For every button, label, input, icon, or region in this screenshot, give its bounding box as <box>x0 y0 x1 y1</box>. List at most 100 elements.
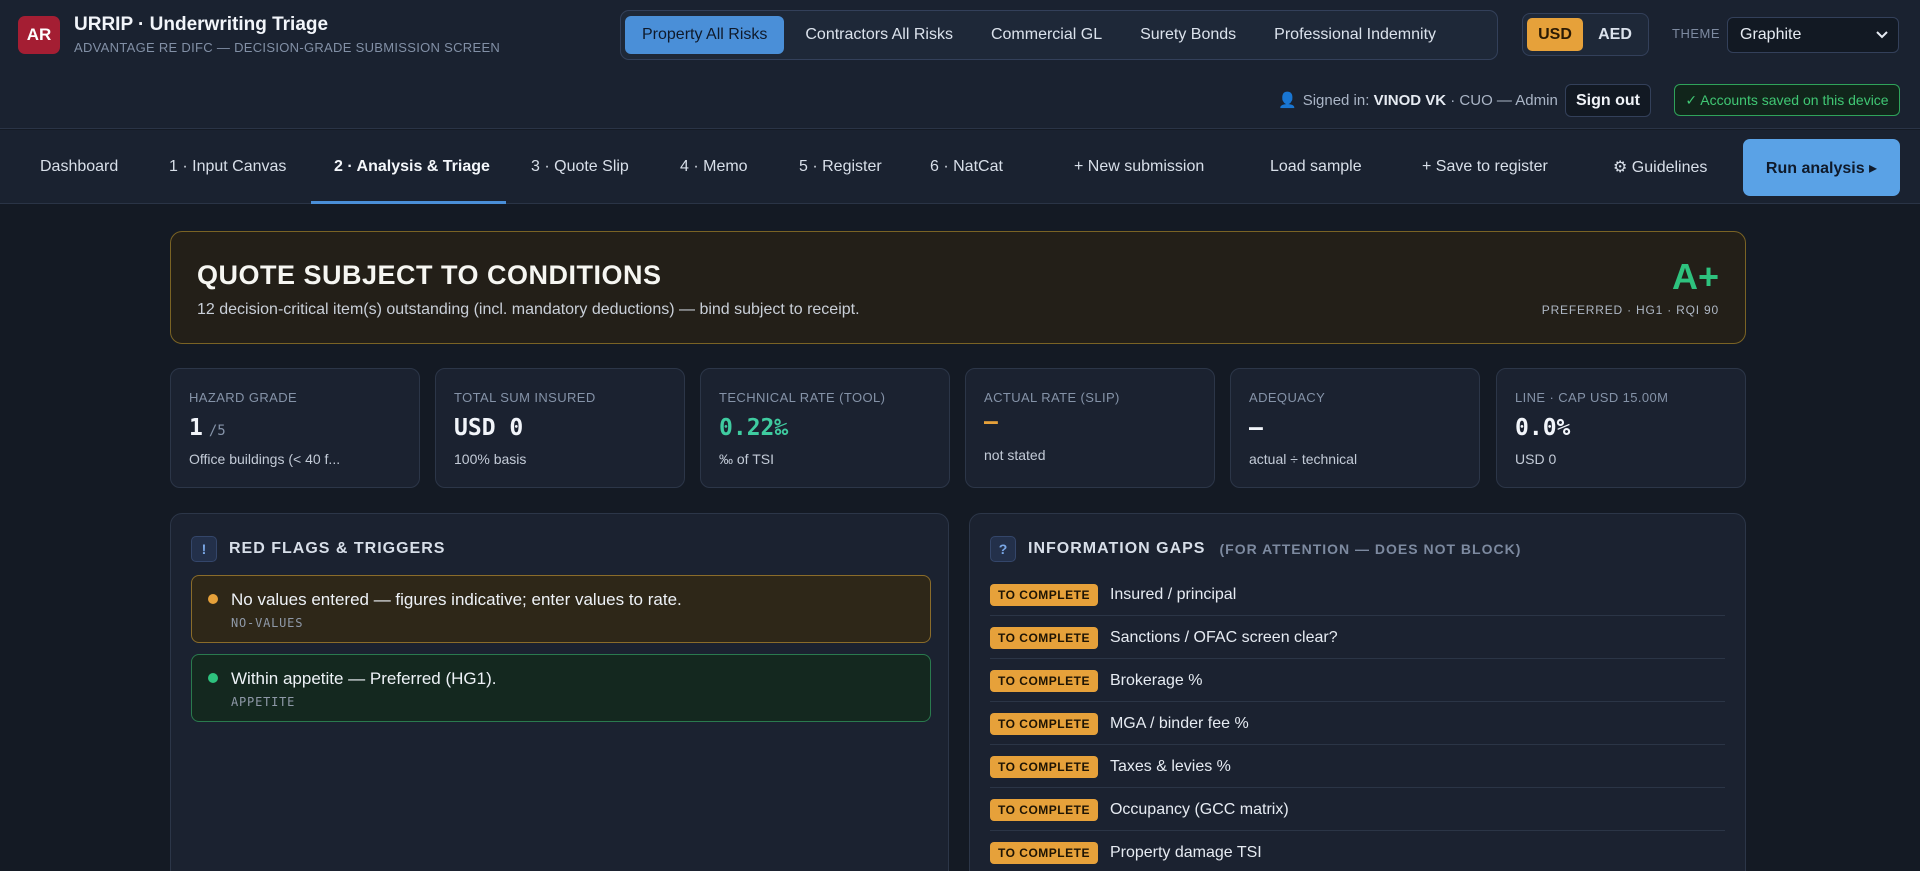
new-submission-button[interactable]: + New submission <box>1074 130 1204 204</box>
to-complete-badge: TO COMPLETE <box>990 626 1098 649</box>
tab-property-all-risks[interactable]: Property All Risks <box>625 16 785 54</box>
gap-text: Sanctions / OFAC screen clear? <box>1109 628 1338 646</box>
theme-select[interactable]: Graphite <box>1727 17 1899 53</box>
kpi-hazard-grade: HAZARD GRADE 1/5 Office buildings (< 40 … <box>170 368 420 488</box>
nav-analysis-triage[interactable]: 2 · Analysis & Triage <box>334 130 490 204</box>
to-complete-badge: TO COMPLETE <box>990 583 1098 606</box>
user-icon: 👤 <box>1278 92 1297 109</box>
main-nav: Dashboard 1 · Input Canvas 2 · Analysis … <box>0 130 1920 204</box>
gap-text: Insured / principal <box>1109 585 1237 603</box>
grade-note: PREFERRED · HG1 · RQI 90 <box>1541 303 1719 317</box>
guidelines-button[interactable]: ⚙ Guidelines <box>1613 130 1707 204</box>
decision-title: QUOTE SUBJECT TO CONDITIONS <box>197 260 662 290</box>
app-subtitle: ADVANTAGE RE DIFC — DECISION-GRADE SUBMI… <box>74 40 501 55</box>
app-logo: AR <box>18 16 60 54</box>
panel-header: ? INFORMATION GAPS (FOR ATTENTION — DOES… <box>990 536 1521 562</box>
grade-value: A+ <box>1671 256 1719 297</box>
tab-contractors-all-risks[interactable]: Contractors All Risks <box>788 16 970 54</box>
kpi-label: ACTUAL RATE (SLIP) <box>984 390 1120 405</box>
kpi-label: TOTAL SUM INSURED <box>454 390 596 405</box>
gap-text: Occupancy (GCC matrix) <box>1109 800 1289 818</box>
kpi-actual-rate: ACTUAL RATE (SLIP) – not stated <box>965 368 1215 488</box>
kpi-note: Office buildings (< 40 f... <box>189 451 341 467</box>
to-complete-badge: TO COMPLETE <box>990 798 1098 821</box>
load-sample-button[interactable]: Load sample <box>1270 130 1362 204</box>
gap-item[interactable]: TO COMPLETE Insured / principal <box>990 574 1725 616</box>
gap-item[interactable]: TO COMPLETE Brokerage % <box>990 660 1725 702</box>
kpi-value: – <box>984 409 998 435</box>
active-tab-indicator <box>311 201 506 204</box>
theme-label: THEME <box>1672 26 1720 41</box>
signed-in-prefix: Signed in: <box>1302 92 1370 109</box>
tab-professional-indemnity[interactable]: Professional Indemnity <box>1257 16 1453 54</box>
warning-dot-icon <box>208 594 218 604</box>
to-complete-badge: TO COMPLETE <box>990 712 1098 735</box>
kpi-technical-rate: TECHNICAL RATE (TOOL) 0.22‰ ‰ of TSI <box>700 368 950 488</box>
flag-appetite: Within appetite — Preferred (HG1). APPET… <box>191 654 931 722</box>
kpi-value: – <box>1249 415 1263 441</box>
flag-text: Within appetite — Preferred (HG1). <box>231 669 497 688</box>
kpi-note: actual ÷ technical <box>1249 451 1358 467</box>
risk-grade: A+ PREFERRED · HG1 · RQI 90 <box>1541 256 1719 318</box>
tab-commercial-gl[interactable]: Commercial GL <box>974 16 1119 54</box>
nav-quote-slip[interactable]: 3 · Quote Slip <box>531 130 629 204</box>
kpi-value: 0.22‰ <box>719 415 789 441</box>
tab-surety-bonds[interactable]: Surety Bonds <box>1123 16 1253 54</box>
nav-register[interactable]: 5 · Register <box>799 130 882 204</box>
to-complete-badge: TO COMPLETE <box>990 755 1098 778</box>
kpi-note: USD 0 <box>1515 451 1557 467</box>
gap-item[interactable]: TO COMPLETE Taxes & levies % <box>990 746 1725 788</box>
flag-no-values: No values entered — figures indicative; … <box>191 575 931 643</box>
run-analysis-button[interactable]: Run analysis ▸ <box>1743 139 1900 196</box>
ok-dot-icon <box>208 673 218 683</box>
gap-text: Taxes & levies % <box>1109 757 1231 775</box>
kpi-value: 1/5 <box>189 415 226 441</box>
currency-usd-button[interactable]: USD <box>1527 18 1583 51</box>
kpi-note: 100% basis <box>454 451 527 467</box>
red-flags-panel: ! RED FLAGS & TRIGGERS No values entered… <box>170 513 949 871</box>
gap-text: Brokerage % <box>1109 671 1203 689</box>
kpi-label: ADEQUACY <box>1249 390 1326 405</box>
user-name: VINOD VK <box>1373 92 1447 109</box>
kpi-line-cap: LINE · CAP USD 15.00M 0.0% USD 0 <box>1496 368 1746 488</box>
panel-subtitle: (FOR ATTENTION — DOES NOT BLOCK) <box>1219 541 1522 557</box>
currency-aed-button[interactable]: AED <box>1587 18 1643 51</box>
gap-item[interactable]: TO COMPLETE MGA / binder fee % <box>990 703 1725 745</box>
panel-title: INFORMATION GAPS <box>1028 540 1206 557</box>
panel-title: RED FLAGS & TRIGGERS <box>229 540 446 557</box>
flag-code: NO-VALUES <box>231 616 304 630</box>
kpi-note: ‰ of TSI <box>719 451 774 467</box>
kpi-label: TECHNICAL RATE (TOOL) <box>719 390 886 405</box>
nav-natcat[interactable]: 6 · NatCat <box>930 130 1003 204</box>
top-header: AR URRIP · Underwriting Triage ADVANTAGE… <box>0 0 1920 129</box>
gap-text: MGA / binder fee % <box>1109 714 1249 732</box>
nav-memo[interactable]: 4 · Memo <box>680 130 748 204</box>
user-role: · CUO — Admin <box>1450 92 1558 109</box>
gap-item[interactable]: TO COMPLETE Property damage TSI <box>990 832 1725 871</box>
kpi-value: USD 0 <box>454 415 524 441</box>
sign-out-button[interactable]: Sign out <box>1565 84 1651 117</box>
panel-header: ! RED FLAGS & TRIGGERS <box>191 536 445 562</box>
decision-subtitle: 12 decision-critical item(s) outstanding… <box>197 301 860 318</box>
gap-item[interactable]: TO COMPLETE Sanctions / OFAC screen clea… <box>990 617 1725 659</box>
information-gaps-panel: ? INFORMATION GAPS (FOR ATTENTION — DOES… <box>969 513 1746 871</box>
gap-text: Property damage TSI <box>1109 843 1262 861</box>
kpi-note: not stated <box>984 447 1046 463</box>
currency-toggle: USD AED <box>1522 13 1649 56</box>
nav-dashboard[interactable]: Dashboard <box>40 130 118 204</box>
kpi-value: 0.0% <box>1515 415 1571 441</box>
accounts-saved-badge: ✓ Accounts saved on this device <box>1674 84 1900 116</box>
flag-code: APPETITE <box>231 695 296 709</box>
to-complete-badge: TO COMPLETE <box>990 841 1098 864</box>
line-of-business-tabs: Property All Risks Contractors All Risks… <box>620 10 1498 60</box>
save-to-register-button[interactable]: + Save to register <box>1422 130 1548 204</box>
decision-banner: QUOTE SUBJECT TO CONDITIONS 12 decision-… <box>170 231 1746 344</box>
alert-icon: ! <box>191 536 217 562</box>
kpi-label: HAZARD GRADE <box>189 390 298 405</box>
gap-item[interactable]: TO COMPLETE Occupancy (GCC matrix) <box>990 789 1725 831</box>
signed-in-info: 👤 Signed in: VINOD VK · CUO — Admin <box>1278 91 1558 109</box>
nav-input-canvas[interactable]: 1 · Input Canvas <box>169 130 286 204</box>
chevron-down-icon <box>1876 26 1888 44</box>
theme-select-value: Graphite <box>1740 26 1802 43</box>
flag-text: No values entered — figures indicative; … <box>231 590 682 609</box>
